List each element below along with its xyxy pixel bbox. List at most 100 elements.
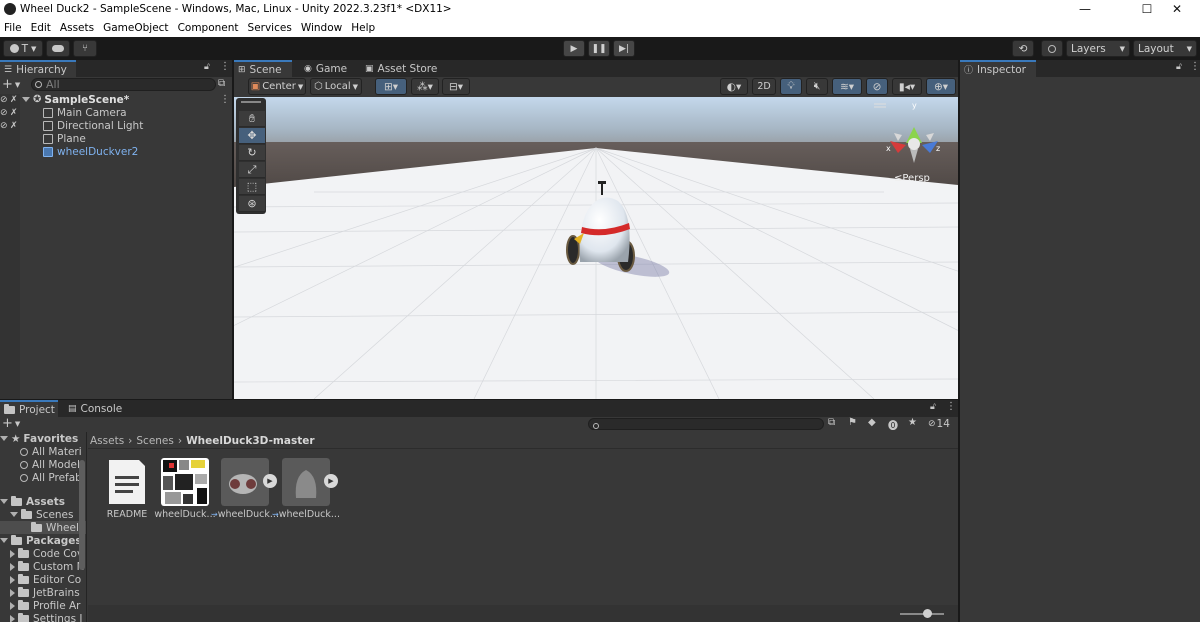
package-item[interactable]: Profile Ar [10, 599, 81, 612]
transform-tool[interactable]: ⊛ [239, 196, 265, 212]
rotate-tool[interactable]: ↻ [239, 145, 265, 161]
breadcrumb-assets[interactable]: Assets [90, 435, 124, 447]
favorite-item[interactable]: All Materi [20, 445, 82, 458]
align-dropdown[interactable]: ⊟▾ [442, 78, 470, 95]
folder-tree-scrollbar[interactable] [79, 460, 85, 570]
eye-icon[interactable]: ⊘ [0, 121, 10, 131]
menu-services[interactable]: Services [244, 22, 297, 34]
play-circle-icon[interactable]: ▶ [324, 474, 338, 488]
play-button[interactable]: ▶ [563, 40, 585, 57]
minimize-button[interactable]: — [1062, 0, 1108, 18]
tab-project[interactable]: Project [0, 400, 58, 417]
play-circle-icon[interactable]: ▶ [263, 474, 277, 488]
search-button[interactable] [1041, 40, 1063, 57]
package-item[interactable]: JetBrains [10, 586, 80, 599]
draw-mode-dropdown[interactable]: ◐▾ [720, 78, 748, 95]
persp-label[interactable]: ≤Persp [894, 173, 930, 184]
undo-history-button[interactable]: ⟲ [1012, 40, 1034, 57]
label-icon[interactable]: ◆ [868, 417, 876, 428]
pivot-space-dropdown[interactable]: ⬡ Local ▼ [310, 78, 362, 95]
grid-snap-dropdown[interactable]: ⊞▾ [375, 78, 407, 95]
pick-icon[interactable]: ✗ [10, 108, 43, 118]
scenes-folder[interactable]: Scenes [10, 508, 73, 521]
version-control-button[interactable]: ⑂ [73, 40, 97, 57]
scale-tool[interactable]: ⤢ [239, 162, 265, 178]
favorite-item[interactable]: All Prefab [20, 471, 82, 484]
pick-icon[interactable]: ✗ [10, 95, 22, 105]
zoom-slider-track[interactable] [900, 613, 944, 615]
breadcrumb-current[interactable]: WheelDuck3D-master [186, 435, 314, 447]
breadcrumb-scenes[interactable]: Scenes [136, 435, 173, 447]
menu-component[interactable]: Component [174, 22, 244, 34]
rect-tool[interactable]: ⬚ [239, 179, 265, 195]
favorite-item[interactable]: All Model [20, 458, 80, 471]
layout-dropdown[interactable]: Layout ▼ [1133, 40, 1197, 57]
grip-icon[interactable] [241, 101, 261, 103]
search-by-type-icon[interactable]: ⧉ [828, 417, 835, 428]
create-button[interactable]: + ▼ [2, 77, 20, 92]
tab-asset-store[interactable]: ▣ Asset Store [361, 60, 451, 77]
project-search-input[interactable] [588, 418, 824, 430]
splitter[interactable] [232, 60, 234, 400]
scene-viewport[interactable]: x y z ≤Persp ✋︎ ✥ ↻ ⤢ ⬚ ⊛ [234, 97, 958, 399]
tab-scene[interactable]: ⊞ Scene [234, 60, 292, 77]
kebab-menu-icon[interactable]: ⋮ [220, 61, 230, 72]
move-tool[interactable]: ✥ [239, 128, 265, 144]
scene-visibility-toggle[interactable]: ⊘ [866, 78, 888, 95]
list-item[interactable]: ⊘ ✗ Directional Light [0, 119, 143, 132]
pivot-center-dropdown[interactable]: ▣ Center ▼ [248, 78, 306, 95]
menu-assets[interactable]: Assets [56, 22, 99, 34]
scene-render[interactable] [234, 97, 958, 399]
layers-dropdown[interactable]: Layers ▼ [1066, 40, 1130, 57]
asset-readme[interactable]: README [99, 458, 155, 522]
asset-texture[interactable]: wheelDuck... [154, 458, 216, 522]
list-item[interactable]: ⊘ ✗ Main Camera [0, 106, 127, 119]
menu-help[interactable]: Help [347, 22, 380, 34]
pause-button[interactable]: ❚❚ [588, 40, 610, 57]
packages-folder[interactable]: Packages [0, 534, 82, 547]
wheelduck-folder[interactable]: Wheell [0, 521, 86, 534]
close-button[interactable]: ✕ [1154, 0, 1200, 18]
package-item[interactable]: Editor Co [10, 573, 81, 586]
eye-icon[interactable]: ⊘ [0, 108, 10, 118]
zoom-slider-thumb[interactable] [923, 609, 932, 618]
tab-game[interactable]: ◉ Game [300, 60, 356, 77]
kebab-menu-icon[interactable]: ⋮ [1190, 61, 1200, 72]
audio-toggle[interactable]: 🔇︎ [806, 78, 828, 95]
assets-folder[interactable]: Assets [0, 495, 65, 508]
cloud-button[interactable] [46, 40, 70, 57]
splitter[interactable] [958, 60, 960, 622]
scene-view-icon[interactable]: ⧉ [218, 78, 225, 89]
hidden-packages-count[interactable]: ⊘ 14 [928, 417, 950, 430]
effects-dropdown[interactable]: ≋▾ [832, 78, 862, 95]
lighting-toggle[interactable]: 💡︎ [780, 78, 802, 95]
camera-dropdown[interactable]: ▮◂▾ [892, 78, 922, 95]
hand-tool[interactable]: ✋︎ [239, 111, 265, 127]
package-item[interactable]: Code Cov [10, 547, 83, 560]
warning-icon[interactable]: ⓿ [888, 417, 898, 432]
menu-edit[interactable]: Edit [27, 22, 56, 34]
hierarchy-search-input[interactable]: All [31, 78, 216, 91]
increment-snap-dropdown[interactable]: ⁂▾ [411, 78, 439, 95]
lock-icon[interactable]: 🔓︎ [1176, 62, 1182, 72]
pick-icon[interactable]: ✗ [10, 121, 43, 131]
tab-inspector[interactable]: ⓘ Inspector [960, 60, 1036, 77]
project-create-button[interactable]: + ▼ [2, 416, 20, 431]
toggle-2d-button[interactable]: 2D [752, 78, 776, 95]
filter-by-type-icon[interactable]: ⚑ [848, 417, 857, 428]
menu-gameobject[interactable]: GameObject [99, 22, 173, 34]
menu-window[interactable]: Window [297, 22, 347, 34]
favorites-header[interactable]: ★ Favorites [0, 432, 78, 445]
tab-hierarchy[interactable]: ☰ Hierarchy [0, 60, 76, 77]
scene-kebab-icon[interactable]: ⋮ [220, 94, 230, 105]
asset-model-1[interactable]: ▶ ⇝wheelDuck... [211, 458, 279, 522]
chevron-down-icon[interactable] [22, 97, 30, 102]
lock-icon[interactable]: 🔓︎ [930, 402, 936, 412]
step-button[interactable]: ▶| [613, 40, 635, 57]
menu-file[interactable]: File [0, 22, 27, 34]
tab-console[interactable]: ▤ Console [64, 400, 128, 417]
eye-icon[interactable]: ⊘ [0, 95, 10, 105]
asset-model-2[interactable]: ▶ ⇝wheelDuck... [272, 458, 340, 522]
account-button[interactable]: T ▼ [3, 40, 43, 57]
kebab-menu-icon[interactable]: ⋮ [946, 401, 956, 412]
